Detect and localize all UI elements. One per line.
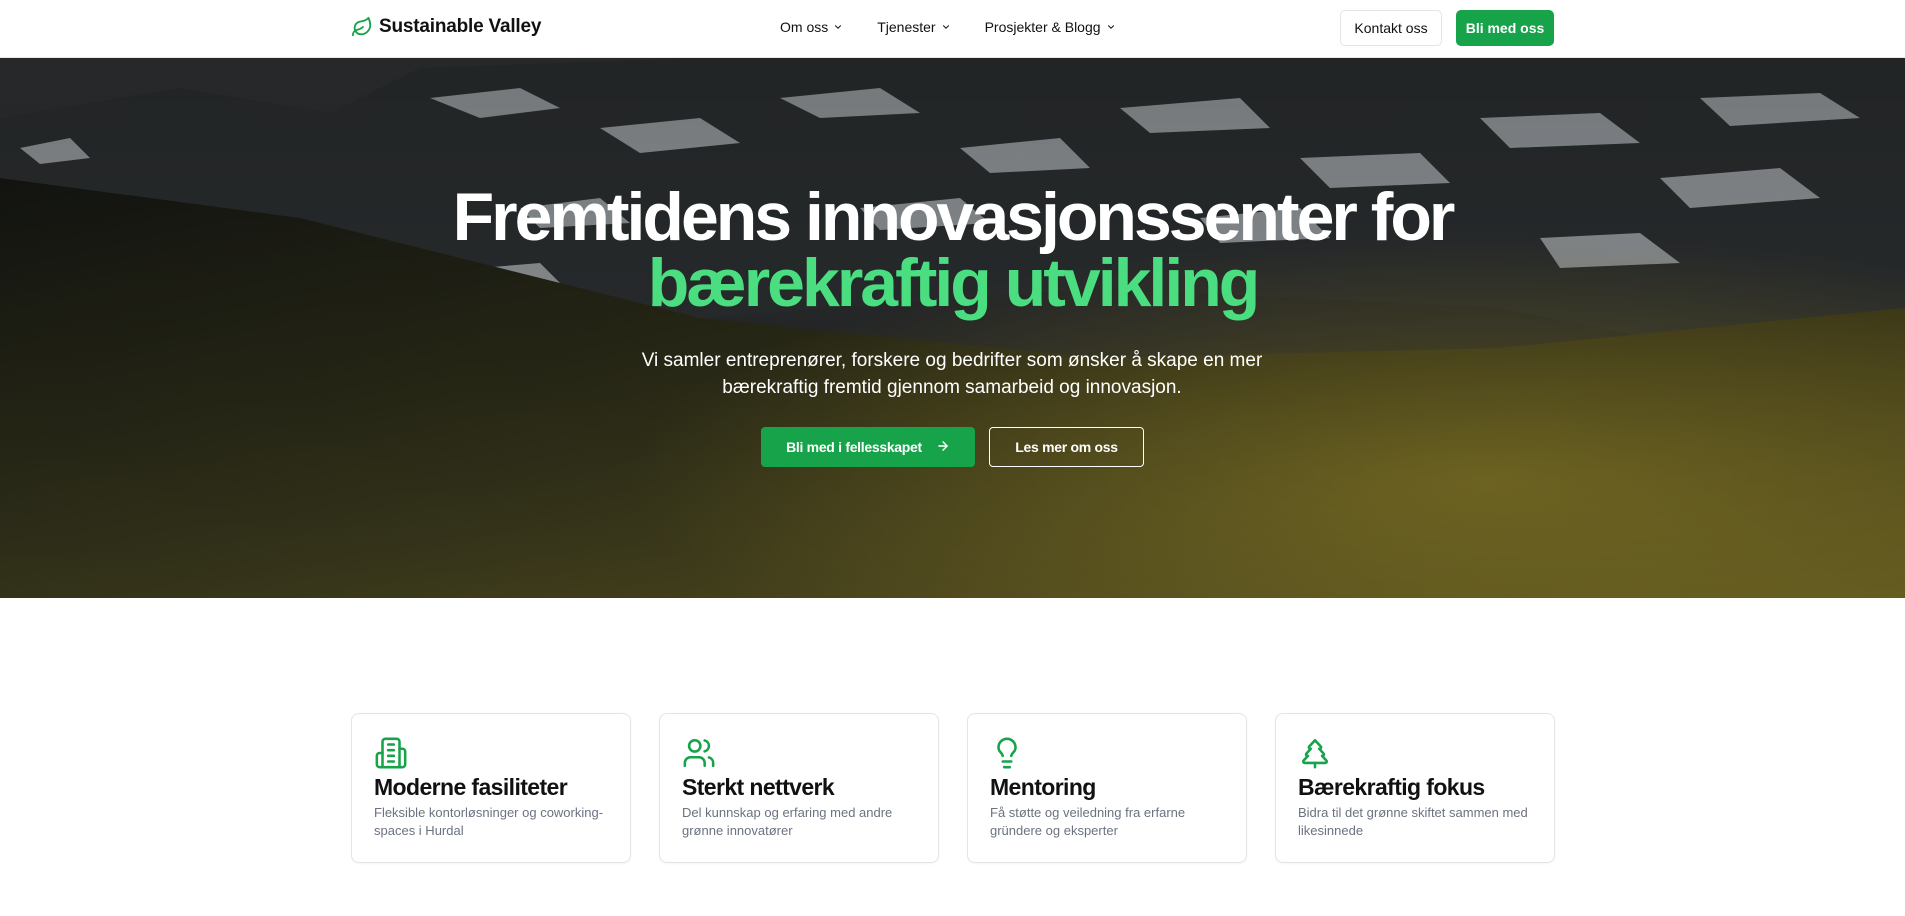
read-more-button[interactable]: Les mer om oss <box>989 427 1144 467</box>
feature-title: Bærekraftig fokus <box>1298 774 1485 800</box>
nav-item-prosjekter-blogg[interactable]: Prosjekter & Blogg <box>985 19 1116 35</box>
contact-button[interactable]: Kontakt oss <box>1340 10 1442 46</box>
nav-item-label: Prosjekter & Blogg <box>984 19 1101 35</box>
feature-card-network: Sterkt nettverk Del kunnskap og erfaring… <box>659 713 939 863</box>
feature-card-sustainability: Bærekraftig fokus Bidra til det grønne s… <box>1275 713 1555 863</box>
feature-description: Få støtte og veiledning fra erfarne grün… <box>990 805 1186 838</box>
feature-card-facilities: Moderne fasiliteter Fleksible kontorløsn… <box>351 713 631 863</box>
join-community-label: Bli med i fellesskapet <box>786 439 922 455</box>
feature-card-mentoring: Mentoring Få støtte og veiledning fra er… <box>967 713 1247 863</box>
hero-section: Fremtidens innovasjonssenter for bærekra… <box>0 58 1905 598</box>
building-icon <box>374 736 408 770</box>
chevron-down-icon <box>941 22 951 32</box>
hero-background-image <box>0 58 1905 598</box>
lightbulb-icon <box>990 736 1024 770</box>
join-community-button[interactable]: Bli med i fellesskapet <box>761 427 975 467</box>
join-button[interactable]: Bli med oss <box>1456 10 1554 46</box>
nav-item-label: Tjenester <box>877 19 936 35</box>
feature-description: Del kunnskap og erfaring med andre grønn… <box>682 805 893 838</box>
hero-subtitle: Vi samler entreprenører, forskere og bed… <box>641 350 1263 398</box>
feature-title: Sterkt nettverk <box>682 774 835 800</box>
main-nav: Om oss Tjenester Prosjekter & Blogg <box>780 19 1116 35</box>
chevron-down-icon <box>1106 22 1116 32</box>
hero-title: Fremtidens innovasjonssenter for bærekra… <box>0 183 1905 321</box>
site-header: Sustainable Valley Om oss Tjenester Pros… <box>0 0 1905 58</box>
feature-description: Bidra til det grønne skiftet sammen med … <box>1298 805 1528 838</box>
brand-name: Sustainable Valley <box>379 16 542 37</box>
feature-description: Fleksible kontorløsninger og coworking-s… <box>374 805 604 838</box>
nav-item-tjenester[interactable]: Tjenester <box>877 19 950 35</box>
chevron-down-icon <box>833 22 843 32</box>
arrow-right-icon <box>936 439 950 456</box>
users-icon <box>682 736 716 770</box>
hero-title-line1: Fremtidens innovasjonssenter for <box>452 179 1456 255</box>
brand-logo[interactable]: Sustainable Valley <box>351 16 541 38</box>
tree-icon <box>1298 736 1332 770</box>
nav-item-label: Om oss <box>780 19 829 35</box>
feature-title: Moderne fasiliteter <box>374 774 568 800</box>
hero-title-highlight: bærekraftig utvikling <box>647 245 1261 321</box>
leaf-icon <box>351 16 373 38</box>
feature-title: Mentoring <box>990 774 1096 800</box>
nav-item-om-oss[interactable]: Om oss <box>780 19 843 35</box>
